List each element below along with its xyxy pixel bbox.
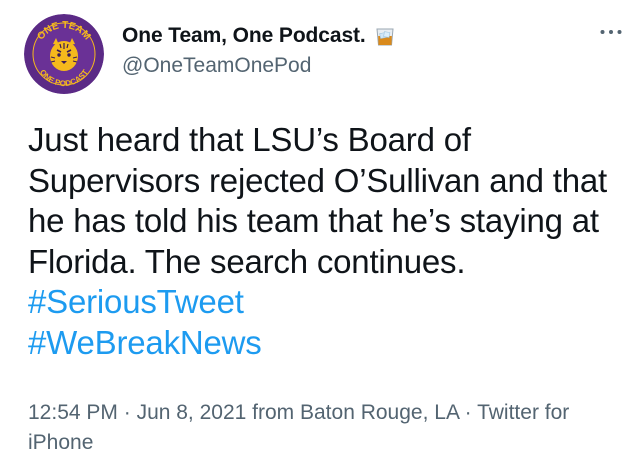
tweet-text: Just heard that LSU’s Board of Superviso… [28,120,628,363]
meta-separator: · [458,401,478,424]
hashtag-serioustweet[interactable]: #SeriousTweet [28,283,244,320]
tweet-metadata: 12:54 PM · Jun 8, 2021 from Baton Rouge,… [28,398,618,458]
whisky-glass-icon [374,25,396,47]
tweet-location: from Baton Rouge, LA [246,401,459,424]
handle[interactable]: @OneTeamOnePod [122,54,580,78]
tiger-face-icon [50,38,78,71]
more-options-button[interactable] [596,20,626,44]
tweet-header: One Team, One Podcast. @OneTeamOnePod [122,22,580,78]
tweet-card: ONE TEAM ONE PODCAST One Team, One Podca… [0,0,640,476]
tweet-date[interactable]: Jun 8, 2021 [137,401,247,424]
meta-separator: · [117,401,137,424]
hashtag-webreaknews[interactable]: #WeBreakNews [28,324,262,361]
avatar[interactable]: ONE TEAM ONE PODCAST [24,14,104,94]
more-horizontal-icon [600,30,622,34]
tweet-body: Just heard that LSU’s Board of Superviso… [28,121,607,280]
tweet-time[interactable]: 12:54 PM [28,401,118,424]
name-row: One Team, One Podcast. [122,22,580,50]
avatar-logo: ONE TEAM ONE PODCAST [24,14,104,94]
display-name[interactable]: One Team, One Podcast. [122,24,366,48]
